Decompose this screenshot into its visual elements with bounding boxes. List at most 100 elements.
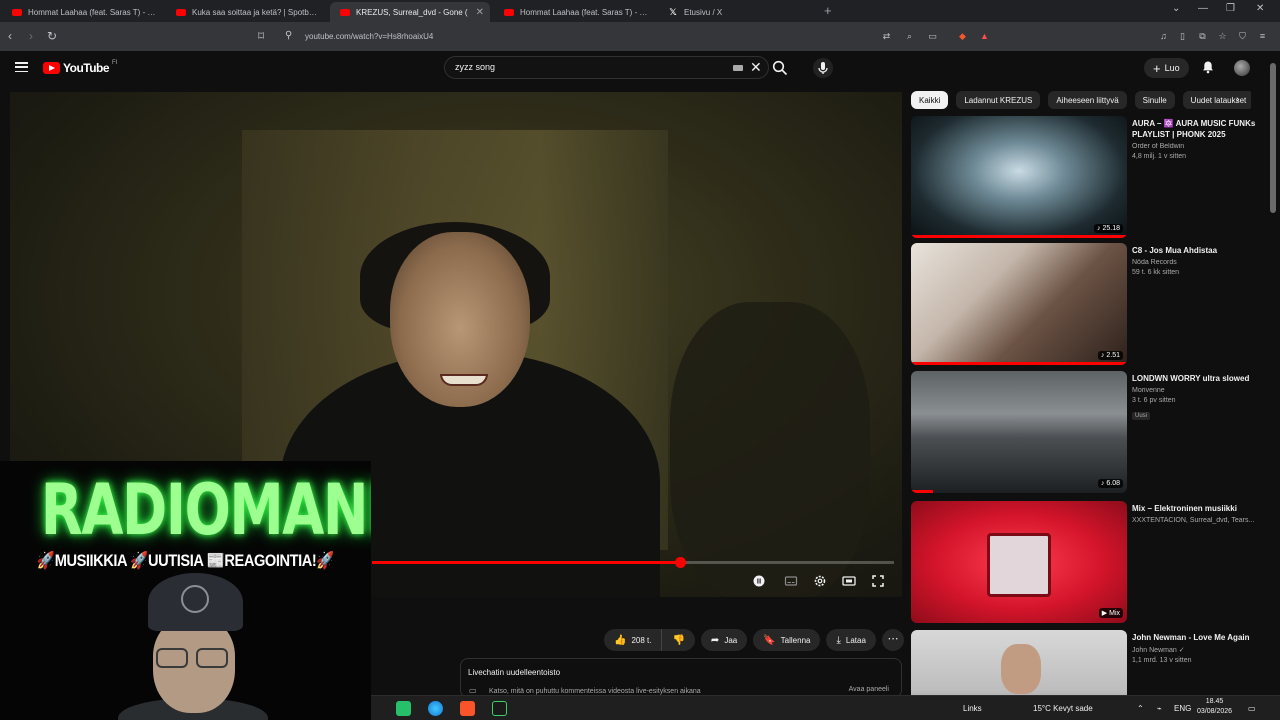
browser-tab[interactable]: Hommat Laahaa (feat. Saras T) - You	[2, 2, 162, 22]
browser-tab[interactable]: 𝕏 Etusivu / X	[658, 2, 818, 22]
share-button[interactable]: ➦ Jaa	[700, 629, 748, 651]
language-indicator[interactable]: ENG	[1174, 704, 1191, 713]
video-thumbnail[interactable]: ♪ 6.08	[911, 371, 1127, 493]
download-button[interactable]: ⤓ Lataa	[826, 629, 876, 651]
brave-shields-icon[interactable]: ◆	[957, 31, 968, 42]
search-box[interactable]: zyzz song ✕	[444, 56, 769, 79]
site-info-icon[interactable]: ⚲	[285, 29, 292, 43]
chip-uploader[interactable]: Ladannut KREZUS	[956, 91, 1041, 109]
notification-center-icon[interactable]: ▭	[1248, 704, 1256, 713]
chevron-up-icon[interactable]: ⌃	[1137, 704, 1144, 713]
notifications-bell-icon[interactable]	[1201, 60, 1215, 74]
chip-related[interactable]: Aiheeseen liittyvä	[1048, 91, 1127, 109]
chip-all[interactable]: Kaikki	[911, 91, 949, 109]
chip-new-uploads[interactable]: Uudet lataukset	[1182, 91, 1251, 109]
minimize-icon[interactable]: —	[1198, 3, 1208, 14]
youtube-icon	[12, 8, 22, 16]
video-title[interactable]: C8 - Jos Mua Ahdistaa	[1132, 245, 1256, 256]
back-icon[interactable]: ‹	[8, 29, 12, 43]
clear-search-icon[interactable]: ✕	[750, 59, 762, 76]
video-progress-bar[interactable]	[372, 557, 894, 568]
save-button[interactable]: 🔖 Tallenna	[753, 629, 821, 651]
browser-tab-bar: Hommat Laahaa (feat. Saras T) - You Kuka…	[0, 0, 1280, 22]
hamburger-menu-icon[interactable]	[15, 62, 28, 73]
browser-tab[interactable]: Kuka saa soittaa ja ketä? | Spotbkarp...	[166, 2, 326, 22]
close-tab-icon[interactable]: ✕	[476, 7, 484, 18]
translate-icon[interactable]: ⇄	[881, 31, 892, 42]
browser-tab-active[interactable]: KREZUS, Surreal_dvd - Gone ( ✕	[330, 2, 490, 22]
address-url[interactable]: youtube.com/watch?v=Hs8rhoaixU4	[305, 32, 433, 41]
media-player-icon[interactable]	[492, 701, 507, 716]
video-thumbnail[interactable]	[911, 630, 1127, 695]
theater-mode-icon[interactable]	[842, 574, 856, 588]
chip-for-you[interactable]: Sinulle	[1134, 91, 1175, 109]
maximize-icon[interactable]: ❐	[1226, 3, 1235, 14]
favorites-icon[interactable]: ☆	[1217, 31, 1228, 42]
reload-icon[interactable]: ↻	[47, 29, 57, 43]
chevron-right-icon[interactable]: ›	[1236, 94, 1239, 105]
video-title[interactable]: AURA – 🔯 AURA MUSIC FUNKs PLAYLIST | PHO…	[1132, 118, 1256, 140]
app-icon[interactable]	[396, 701, 411, 716]
dislike-button[interactable]: 👎	[662, 629, 694, 651]
recommended-mix[interactable]: ▶ Mix Mix – Elektroninen musiikki XXXTEN…	[911, 501, 1256, 623]
youtube-logo[interactable]: YouTube FI	[43, 60, 117, 75]
more-actions-icon[interactable]: ⋯	[881, 629, 904, 651]
watch-progress	[911, 490, 933, 493]
create-button[interactable]: + Luo	[1144, 58, 1189, 78]
vpn-icon[interactable]: ⛉	[1237, 31, 1248, 42]
channel-name[interactable]: XXXTENTACION, Surreal_dvd, Tears...	[1132, 517, 1256, 524]
windows-taskbar: Links 15°C Kevyt sade ⌃ ⌁ ENG ▭	[371, 695, 1280, 720]
clock-time: 18.45	[1205, 698, 1224, 705]
links-toolbar[interactable]: Links	[963, 704, 982, 713]
bookmark-icon[interactable]: ⌑	[258, 29, 264, 43]
voice-search-button[interactable]	[813, 58, 833, 78]
sidebar-icon[interactable]: ▯	[1177, 31, 1188, 42]
edge-icon[interactable]	[428, 701, 443, 716]
cast-icon[interactable]: ▭	[927, 31, 938, 42]
video-thumbnail[interactable]: ♪ 2.51	[911, 243, 1127, 365]
channel-name[interactable]: Morivenne	[1132, 387, 1256, 394]
like-button[interactable]: 👍 208 t.	[604, 629, 663, 651]
recommended-video[interactable]: John Newman - Love Me Again John Newman …	[911, 630, 1256, 695]
extensions-icon[interactable]: ⧉	[1197, 31, 1208, 42]
video-title[interactable]: John Newman - Love Me Again	[1132, 632, 1256, 643]
network-icon[interactable]: ⌁	[1157, 704, 1162, 713]
keyboard-icon[interactable]	[733, 65, 743, 71]
video-meta: 59 t. 6 kk sitten	[1132, 269, 1180, 276]
search-icon[interactable]	[772, 60, 788, 76]
browser-menu-icon[interactable]: ≡	[1257, 31, 1268, 42]
progress-scrubber[interactable]	[674, 557, 686, 568]
close-window-icon[interactable]: ✕	[1256, 3, 1264, 14]
weather-widget[interactable]: 15°C Kevyt sade	[1033, 704, 1093, 713]
channel-name[interactable]: Nöda Records	[1132, 259, 1256, 266]
mix-thumbnail[interactable]: ▶ Mix	[911, 501, 1127, 623]
page-scrollbar[interactable]	[1270, 63, 1276, 213]
settings-gear-icon[interactable]	[813, 574, 827, 588]
video-meta: 3 t. 6 pv sitten	[1132, 397, 1176, 404]
open-panel-button[interactable]: Avaa paneeli	[849, 686, 889, 693]
related-filter-chips: Kaikki Ladannut KREZUS Aiheeseen liittyv…	[911, 91, 1251, 111]
brave-rewards-icon[interactable]: ▲	[979, 31, 990, 42]
recommended-video[interactable]: ♪ 2.51 C8 - Jos Mua Ahdistaa Nöda Record…	[911, 243, 1256, 365]
subtitles-icon[interactable]	[784, 574, 798, 588]
fullscreen-icon[interactable]	[871, 574, 885, 588]
recommended-video[interactable]: ♪ 6.08 LONDWN WORRY ultra slowed Moriven…	[911, 371, 1256, 493]
brave-icon[interactable]	[460, 701, 475, 716]
chevron-down-icon[interactable]: ⌄	[1172, 3, 1180, 14]
autoplay-toggle-icon[interactable]	[752, 574, 766, 588]
new-tab-button[interactable]: +	[824, 3, 832, 18]
zoom-icon[interactable]: ⌕	[904, 31, 915, 42]
recommended-video[interactable]: ♪ 25.18 AURA – 🔯 AURA MUSIC FUNKs PLAYLI…	[911, 116, 1256, 238]
chat-replay-subtitle: Katso, mitä on puhuttu kommenteissa vide…	[489, 688, 701, 695]
forward-icon[interactable]: ›	[29, 29, 33, 43]
browser-tab[interactable]: Hommat Laahaa (feat. Saras T) - You	[494, 2, 654, 22]
search-input[interactable]: zyzz song	[455, 62, 495, 72]
video-thumbnail[interactable]: ♪ 25.18	[911, 116, 1127, 238]
channel-name[interactable]: John Newman ✓	[1132, 646, 1256, 654]
system-clock[interactable]: 18.45 03/08/2026	[1197, 697, 1232, 717]
channel-name[interactable]: Order of Beldwin	[1132, 143, 1256, 150]
media-icon[interactable]: ♫	[1158, 31, 1169, 42]
video-title[interactable]: LONDWN WORRY ultra slowed	[1132, 373, 1256, 384]
account-avatar[interactable]	[1234, 60, 1250, 76]
video-title[interactable]: Mix – Elektroninen musiikki	[1132, 503, 1256, 514]
